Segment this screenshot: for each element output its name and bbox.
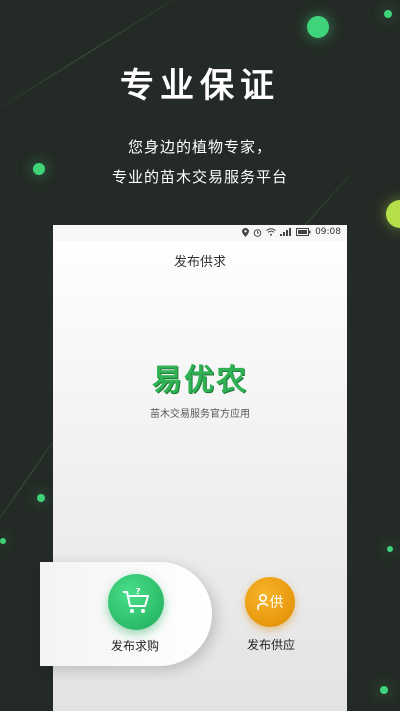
promo-headline: 专业保证 xyxy=(120,66,280,106)
publish-buy-button[interactable]: ? 发布求购 xyxy=(40,562,212,666)
svg-text:?: ? xyxy=(135,588,140,597)
shopping-cart-question-icon: ? xyxy=(108,574,164,630)
supply-icon-text: 供 xyxy=(269,595,284,611)
promo-line-1: 您身边的植物专家， xyxy=(127,138,272,156)
app-tagline: 苗木交易服务官方应用 xyxy=(150,409,250,420)
publish-buy-label: 发布求购 xyxy=(110,639,159,653)
battery-icon xyxy=(296,228,311,236)
lime-dot xyxy=(386,200,400,228)
wifi-icon xyxy=(266,228,276,236)
promo-line-2: 专业的苗木交易服务平台 xyxy=(111,168,288,186)
publish-supply-button[interactable]: 供 xyxy=(245,577,295,627)
alarm-icon xyxy=(253,228,262,237)
page-title: 发布供求 xyxy=(173,255,226,270)
app-logo: 易优农 xyxy=(152,363,248,398)
green-dot xyxy=(37,494,45,502)
green-dot xyxy=(387,546,393,552)
publish-supply-label[interactable]: 发布供应 xyxy=(236,636,306,653)
person-supply-icon: 供 xyxy=(256,592,284,612)
green-dot xyxy=(380,686,388,694)
signal-icon xyxy=(280,228,292,236)
status-bar: 09:08 xyxy=(53,225,347,241)
green-dot xyxy=(0,538,6,544)
green-dot xyxy=(307,16,329,38)
location-icon xyxy=(242,227,250,237)
status-time: 09:08 xyxy=(315,227,341,237)
green-dot xyxy=(384,10,392,18)
